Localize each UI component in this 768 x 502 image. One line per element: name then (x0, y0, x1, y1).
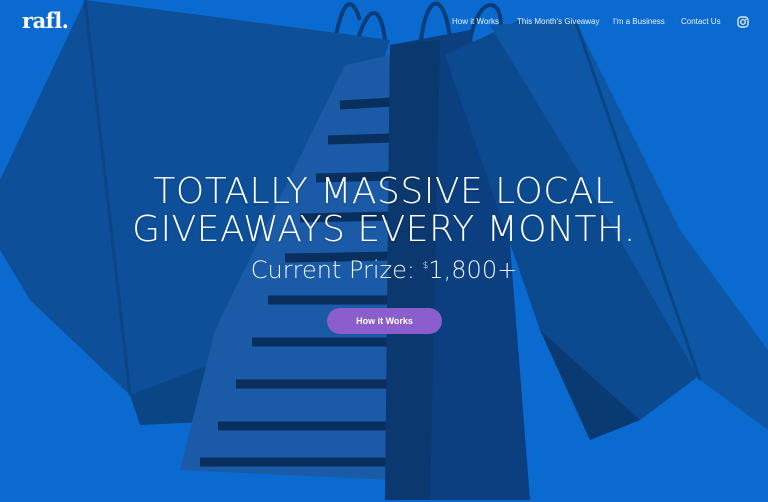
prize-amount: 1,800+ (428, 256, 518, 284)
hero-headline-line-1: TOTALLY MASSIVE LOCAL (153, 171, 615, 212)
prize-label: Current Prize: (250, 256, 416, 284)
how-it-works-button[interactable]: How it Works (327, 308, 442, 334)
nav-link-how-it-works[interactable]: How it Works (452, 17, 499, 31)
instagram-icon[interactable] (737, 16, 749, 28)
how-it-works-button-label: How it Works (356, 316, 413, 326)
nav-link-im-a-business[interactable]: I'm a Business (613, 17, 665, 31)
nav-link-this-months-giveaway[interactable]: This Month's Giveaway (517, 17, 599, 31)
top-navigation: rafl. How it Works This Month's Giveaway… (0, 0, 768, 46)
hero-headline-line-2: GIVEAWAYS EVERY MONTH. (132, 209, 636, 250)
nav-link-contact-us[interactable]: Contact Us (681, 17, 721, 31)
logo[interactable]: rafl. (22, 8, 69, 33)
current-prize: Current Prize: $1,800+ (0, 251, 768, 285)
